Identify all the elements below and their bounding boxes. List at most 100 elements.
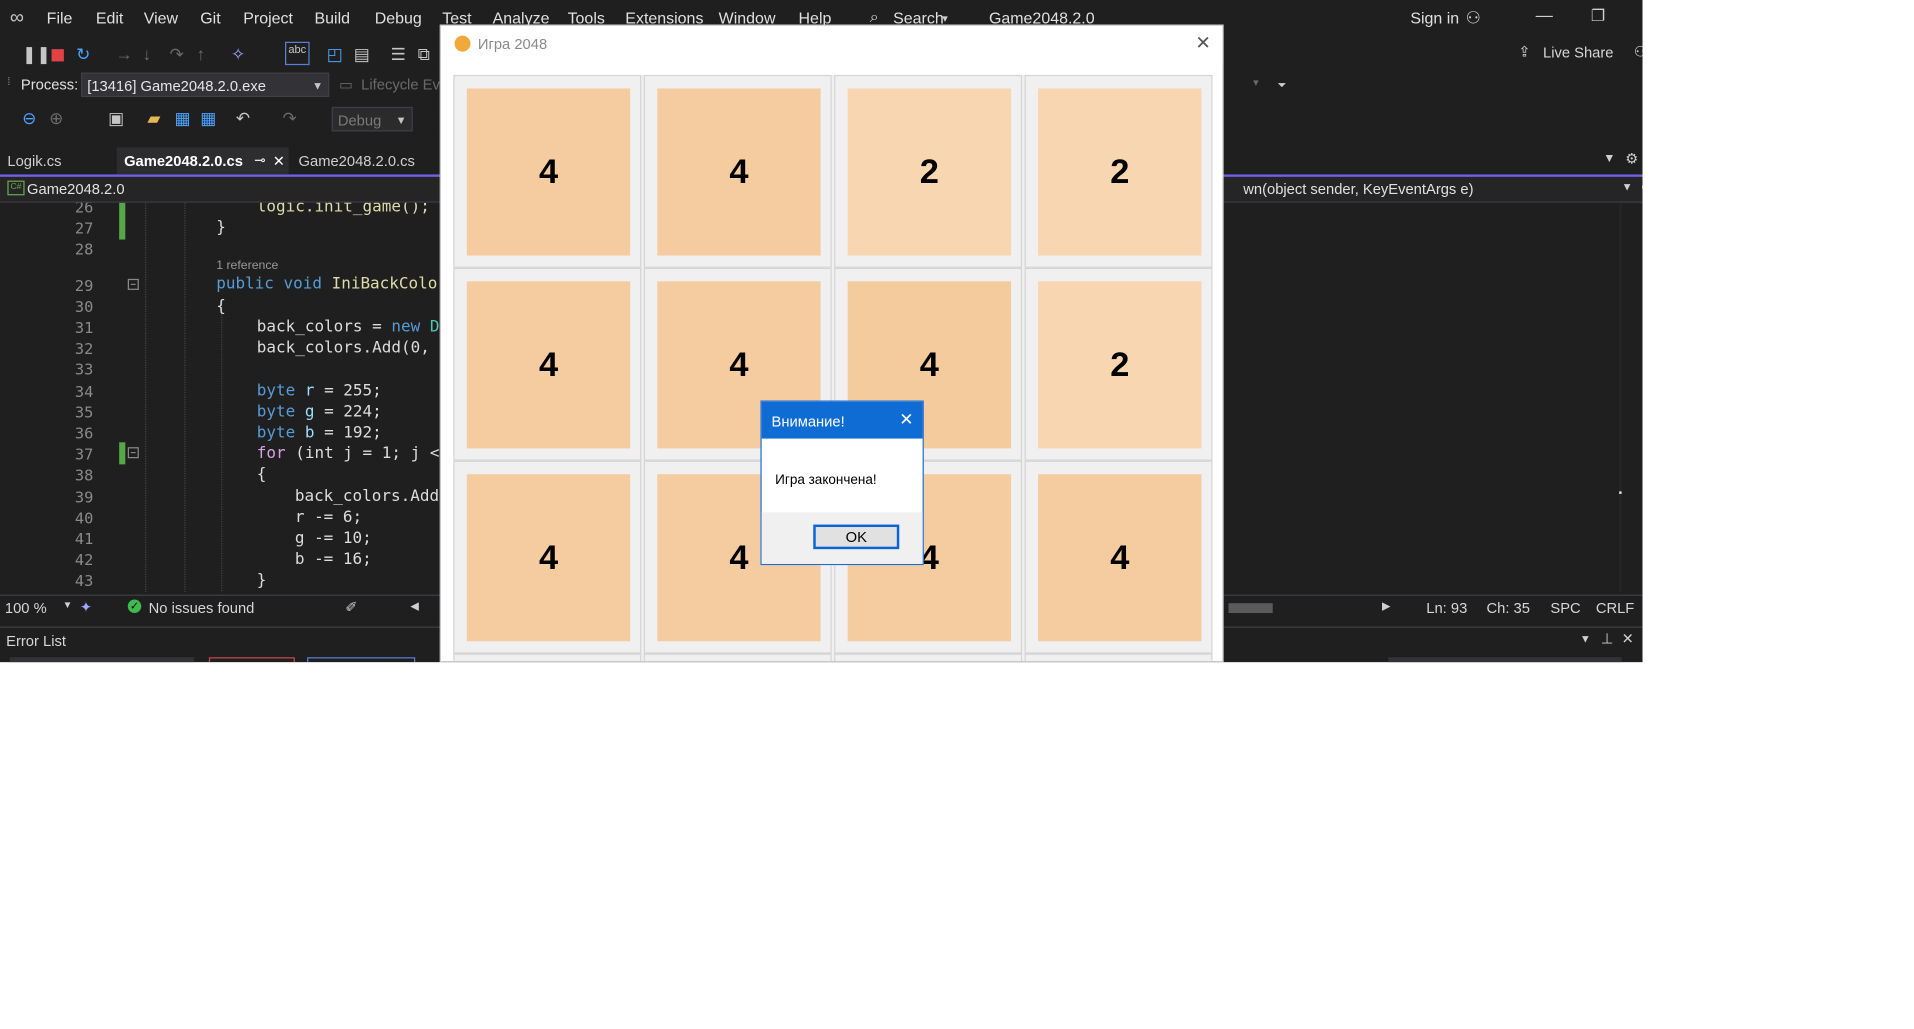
menu-debug[interactable]: Debug <box>375 9 422 27</box>
errors-filter-button[interactable] <box>208 657 295 663</box>
issues-status[interactable]: No issues found <box>149 600 255 617</box>
back-icon[interactable]: ⊖ <box>22 108 36 128</box>
step-into-icon[interactable]: ↓ <box>143 44 152 64</box>
dropdown-arrow-icon: ▾ <box>1253 76 1259 89</box>
horizontal-scroll-thumb[interactable] <box>1228 603 1273 614</box>
account-icon[interactable]: ⚇ <box>1466 7 1481 28</box>
sign-in-link[interactable]: Sign in <box>1410 9 1459 27</box>
live-share-icon[interactable]: ⇪ <box>1518 43 1530 60</box>
menu-edit[interactable]: Edit <box>96 9 124 27</box>
scope-dropdown[interactable] <box>9 657 195 663</box>
minimize-icon[interactable]: — <box>1536 5 1553 25</box>
ok-button[interactable]: OK <box>813 524 900 550</box>
step-over-icon[interactable]: ↷ <box>170 44 184 64</box>
lifecycle-events-label[interactable]: Lifecycle Eve <box>361 76 448 93</box>
code-lens-references[interactable]: 1 reference <box>216 259 278 273</box>
select-element-icon[interactable]: ◰ <box>327 44 343 64</box>
stop-icon[interactable] <box>51 49 64 62</box>
zoom-level[interactable]: 100 % <box>5 600 47 617</box>
tile: 4 <box>466 88 631 256</box>
chevron-down-icon[interactable]: ▼ <box>63 600 73 611</box>
chevron-down-icon[interactable]: ▼ <box>1622 181 1633 193</box>
search-error-list-input[interactable] <box>1388 657 1622 663</box>
scroll-right-icon[interactable]: ▶ <box>1382 600 1391 614</box>
vertical-scrollbar[interactable]: ▲ ▼ <box>1619 202 1622 593</box>
line-ending-indicator[interactable]: CRLF <box>1596 600 1635 617</box>
configuration-dropdown[interactable]: Debug ▼ <box>331 106 413 132</box>
pause-icon[interactable]: ❚❚ <box>22 44 51 64</box>
line-number: 42 <box>74 550 94 569</box>
tile: 4 <box>657 88 821 256</box>
spell-check-icon[interactable]: abc <box>285 41 310 66</box>
board-cell: 4 <box>453 460 642 654</box>
line-indicator[interactable]: Ln: 93 <box>1426 600 1467 617</box>
split-icon[interactable]: ✚ <box>1641 178 1642 198</box>
warnings-filter-button[interactable] <box>307 657 416 663</box>
save-icon[interactable]: ▦ <box>174 108 190 128</box>
menu-build[interactable]: Build <box>314 9 350 27</box>
hot-reload-icon[interactable]: ✧ <box>231 44 245 64</box>
chevron-down-icon[interactable]: ▼ <box>1580 633 1591 645</box>
step-out-icon[interactable]: ↑ <box>197 44 206 64</box>
grip-icon: ⁞ <box>7 74 11 88</box>
pin-icon[interactable]: ⊸ <box>254 147 265 174</box>
close-icon[interactable]: ✕ <box>899 409 913 430</box>
board-cell: 2 <box>834 74 1023 268</box>
tab-logik-cs[interactable]: Logik.cs <box>0 147 117 174</box>
undo-icon[interactable]: ↶ <box>236 108 250 128</box>
indent-guide <box>221 300 223 593</box>
game-title: Игра 2048 <box>477 35 548 53</box>
new-project-icon[interactable]: ▣ <box>108 108 124 128</box>
process-dropdown[interactable]: [13416] Game2048.2.0.exe ▼ <box>81 72 330 98</box>
code-line-35: byte g = 224; <box>256 402 382 422</box>
chevron-down-icon: ▼ <box>395 114 407 127</box>
code-line-43: } <box>256 571 267 590</box>
tab-game2048-cs[interactable]: Game2048.2.0.cs ⊸ ✕ <box>116 147 289 175</box>
close-tab-icon[interactable]: ✕ <box>273 147 285 174</box>
live-tree-icon[interactable]: ▤ <box>354 44 370 64</box>
restart-icon[interactable]: ↻ <box>76 44 90 64</box>
line-number: 28 <box>74 239 94 258</box>
forward-icon[interactable]: ⊕ <box>49 108 63 128</box>
tab-game2048-designer[interactable]: Game2048.2.0.cs [Desi <box>291 147 451 196</box>
close-icon[interactable]: ✕ <box>1195 32 1210 54</box>
project-scope[interactable]: Game2048.2.0 <box>27 181 125 198</box>
pin-icon[interactable]: ⊥ <box>1601 630 1614 647</box>
column-indicator[interactable]: Ch: 35 <box>1486 600 1529 617</box>
open-folder-icon[interactable]: ▰ <box>147 108 160 128</box>
line-number: 35 <box>74 402 94 422</box>
menu-project[interactable]: Project <box>243 9 293 27</box>
tile: 4 <box>466 474 631 642</box>
code-line-40: r -= 6; <box>294 508 363 528</box>
code-line-26: logic.init_game(); <box>256 202 430 217</box>
settings-gear-icon[interactable]: ⚙ <box>1625 150 1638 167</box>
copilot-icon[interactable]: ✦ <box>80 598 92 615</box>
show-next-statement-icon[interactable]: → <box>115 44 132 64</box>
scroll-left-icon[interactable]: ◀ <box>410 600 419 614</box>
overflow-icon[interactable]: ⏷ <box>1278 79 1287 93</box>
tab-list-icon[interactable]: ▼ <box>1603 152 1615 166</box>
menu-file[interactable]: File <box>47 9 73 27</box>
member-scope[interactable]: wn(object sender, KeyEventArgs e) <box>1243 181 1473 198</box>
tile: 2 <box>1038 281 1202 449</box>
whitespace-indicator[interactable]: SPC <box>1550 600 1580 617</box>
cleanup-brush-icon[interactable]: ✐ <box>345 598 357 615</box>
line-number: 41 <box>74 529 94 548</box>
format-icon[interactable]: ☰ <box>391 44 406 64</box>
code-line-29: public void IniBackColor <box>216 275 447 294</box>
menu-view[interactable]: View <box>144 9 178 27</box>
collapse-icon[interactable]: − <box>127 278 139 290</box>
menu-git[interactable]: Git <box>200 9 220 27</box>
feedback-icon[interactable]: ⚇ <box>1634 43 1643 60</box>
live-share-button[interactable]: Live Share <box>1543 44 1613 61</box>
configuration-value: Debug <box>337 111 382 129</box>
close-icon[interactable]: ✕ <box>1622 630 1634 647</box>
save-all-icon[interactable]: ▦ <box>200 108 216 128</box>
board-cell <box>453 653 642 661</box>
code-line-37: for (int j = 1; j <= <box>256 444 450 464</box>
board-cell: 4 <box>1024 460 1213 654</box>
restore-icon[interactable]: ❐ <box>1591 6 1605 26</box>
redo-icon[interactable]: ↷ <box>283 108 297 128</box>
collapse-icon[interactable]: − <box>127 447 139 459</box>
comment-icon[interactable]: ⧉ <box>418 44 430 64</box>
